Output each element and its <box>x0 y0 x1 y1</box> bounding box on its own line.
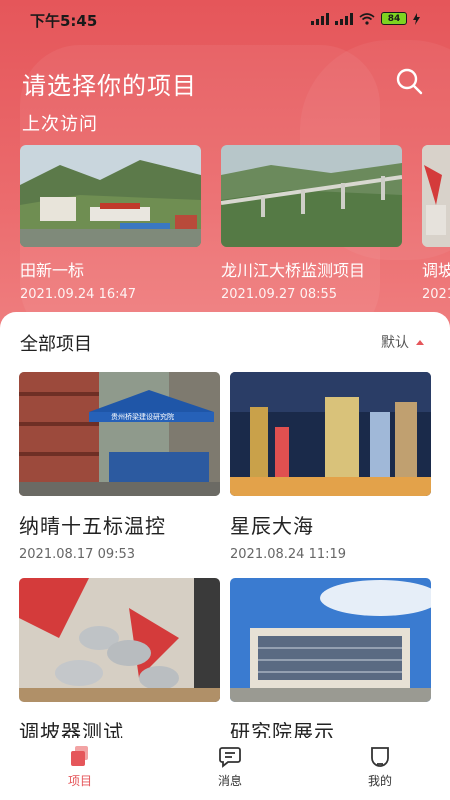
tab-label: 消息 <box>217 774 242 788</box>
project-name: 星辰大海 <box>230 514 314 538</box>
tab-projects[interactable]: 项目 <box>50 738 110 800</box>
project-thumbnail <box>19 578 220 702</box>
project-card[interactable]: 调坡器测试 <box>19 578 220 753</box>
project-card[interactable]: 星辰大海 2021.08.24 11:19 <box>230 372 431 562</box>
project-card[interactable]: 贵州桥梁建设研究院 纳晴十五标温控 2021.08.17 09:53 <box>19 372 220 562</box>
charging-icon <box>413 12 420 25</box>
status-icons: 84 <box>311 12 420 25</box>
all-projects-title: 全部项目 <box>20 334 92 355</box>
sort-label: 默认 <box>381 335 409 351</box>
project-time: 2021.08.17 09:53 <box>19 547 136 562</box>
project-thumbnail <box>422 145 450 247</box>
sort-arrow-icon <box>416 339 424 345</box>
battery-icon: 84 <box>381 12 407 25</box>
sort-dropdown[interactable]: 默认 <box>381 332 424 352</box>
signal-icon <box>311 12 329 25</box>
tab-label: 项目 <box>67 774 92 788</box>
project-icon <box>71 746 88 766</box>
recent-project-time: 2021.09.24 16:47 <box>20 287 137 302</box>
recent-project-card[interactable]: 田新一标 2021.09.24 16:47 <box>20 145 201 302</box>
bottom-tab-bar: 项目 消息 我的 <box>0 738 450 800</box>
tab-label: 我的 <box>367 774 392 788</box>
recent-project-name: 龙川江大桥监测项目 <box>221 261 366 280</box>
wifi-icon <box>359 12 375 25</box>
recent-project-time: 2021.09.27 08:55 <box>221 287 338 302</box>
message-icon <box>219 747 241 768</box>
project-thumbnail <box>230 578 431 702</box>
tent-text: 贵州桥梁建设研究院 <box>111 412 174 421</box>
page-title: 请选择你的项目 <box>22 72 197 100</box>
tab-messages[interactable]: 消息 <box>200 738 260 800</box>
project-thumbnail <box>230 372 431 496</box>
status-time: 下午5:45 <box>30 12 98 30</box>
recent-project-name: 调坡 <box>422 261 450 280</box>
project-thumbnail: 贵州桥梁建设研究院 <box>19 372 220 496</box>
status-bar: 下午5:45 84 <box>0 0 450 38</box>
all-projects-panel: 全部项目 默认 贵州桥梁建设研究院 纳晴十五标温控 2021.08.17 09:… <box>0 312 450 800</box>
recent-project-card[interactable]: 龙川江大桥监测项目 2021.09.27 08:55 <box>221 145 402 302</box>
profile-icon <box>371 747 389 767</box>
tab-profile[interactable]: 我的 <box>350 738 410 800</box>
recent-project-time: 2021 <box>422 287 450 302</box>
project-thumbnail <box>20 145 201 247</box>
search-icon[interactable] <box>394 66 424 96</box>
project-time: 2021.08.24 11:19 <box>230 547 347 562</box>
recent-visits-label: 上次访问 <box>22 114 98 135</box>
project-name: 纳晴十五标温控 <box>19 514 166 538</box>
project-card[interactable]: 研究院展示 <box>230 578 431 753</box>
recent-project-card[interactable]: 调坡 2021 <box>422 145 450 302</box>
signal-icon <box>335 12 353 25</box>
recent-project-name: 田新一标 <box>20 261 85 280</box>
project-thumbnail <box>221 145 402 247</box>
